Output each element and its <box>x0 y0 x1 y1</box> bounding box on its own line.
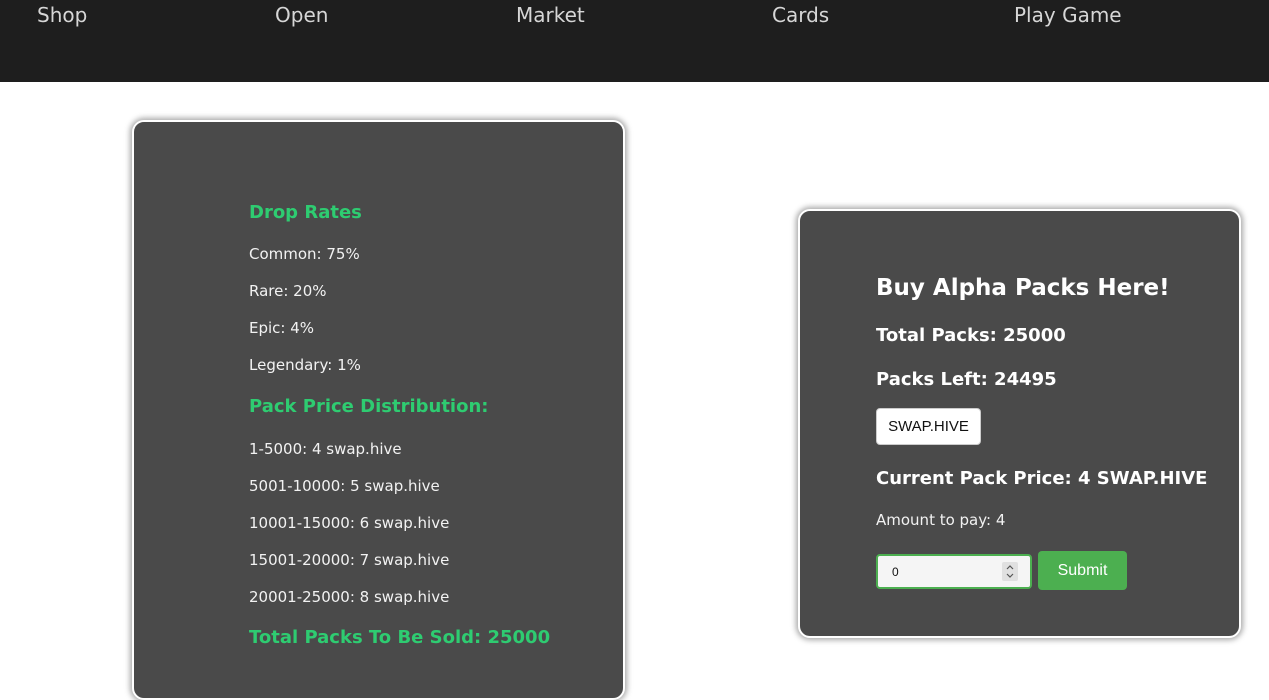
drop-rate-rare: Rare: 20% <box>249 282 327 300</box>
drop-rate-common: Common: 75% <box>249 245 360 263</box>
top-navbar: Shop Open Market Cards Play Game <box>0 0 1269 82</box>
packs-left: Packs Left: 24495 <box>876 369 1057 390</box>
nav-open[interactable]: Open <box>275 3 328 27</box>
price-tier: 1-5000: 4 swap.hive <box>249 440 402 458</box>
price-tier: 20001-25000: 8 swap.hive <box>249 588 450 606</box>
buy-panel-title: Buy Alpha Packs Here! <box>876 275 1170 301</box>
price-tier: 15001-20000: 7 swap.hive <box>249 551 450 569</box>
nav-play-game[interactable]: Play Game <box>1014 3 1122 27</box>
price-tier: 10001-15000: 6 swap.hive <box>249 514 450 532</box>
number-spinner-icon[interactable] <box>1002 562 1018 581</box>
total-packs-sold: Total Packs To Be Sold: 25000 <box>249 627 551 648</box>
submit-button[interactable]: Submit <box>1038 551 1127 590</box>
current-pack-price: Current Pack Price: 4 SWAP.HIVE <box>876 468 1208 489</box>
nav-market[interactable]: Market <box>516 3 585 27</box>
price-distribution-heading: Pack Price Distribution: <box>249 396 489 417</box>
quantity-input[interactable] <box>878 556 996 587</box>
pack-info-panel: Drop Rates Common: 75% Rare: 20% Epic: 4… <box>132 120 625 700</box>
price-tier: 5001-10000: 5 swap.hive <box>249 477 440 495</box>
buy-packs-panel: Buy Alpha Packs Here! Total Packs: 25000… <box>798 209 1241 638</box>
drop-rates-heading: Drop Rates <box>249 202 362 223</box>
drop-rate-legendary: Legendary: 1% <box>249 356 361 374</box>
amount-to-pay: Amount to pay: 4 <box>876 511 1006 529</box>
drop-rate-epic: Epic: 4% <box>249 319 315 337</box>
nav-shop[interactable]: Shop <box>37 3 87 27</box>
nav-cards[interactable]: Cards <box>772 3 829 27</box>
total-packs: Total Packs: 25000 <box>876 325 1066 346</box>
currency-select-button[interactable]: SWAP.HIVE <box>876 408 981 445</box>
quantity-stepper[interactable] <box>876 554 1032 589</box>
